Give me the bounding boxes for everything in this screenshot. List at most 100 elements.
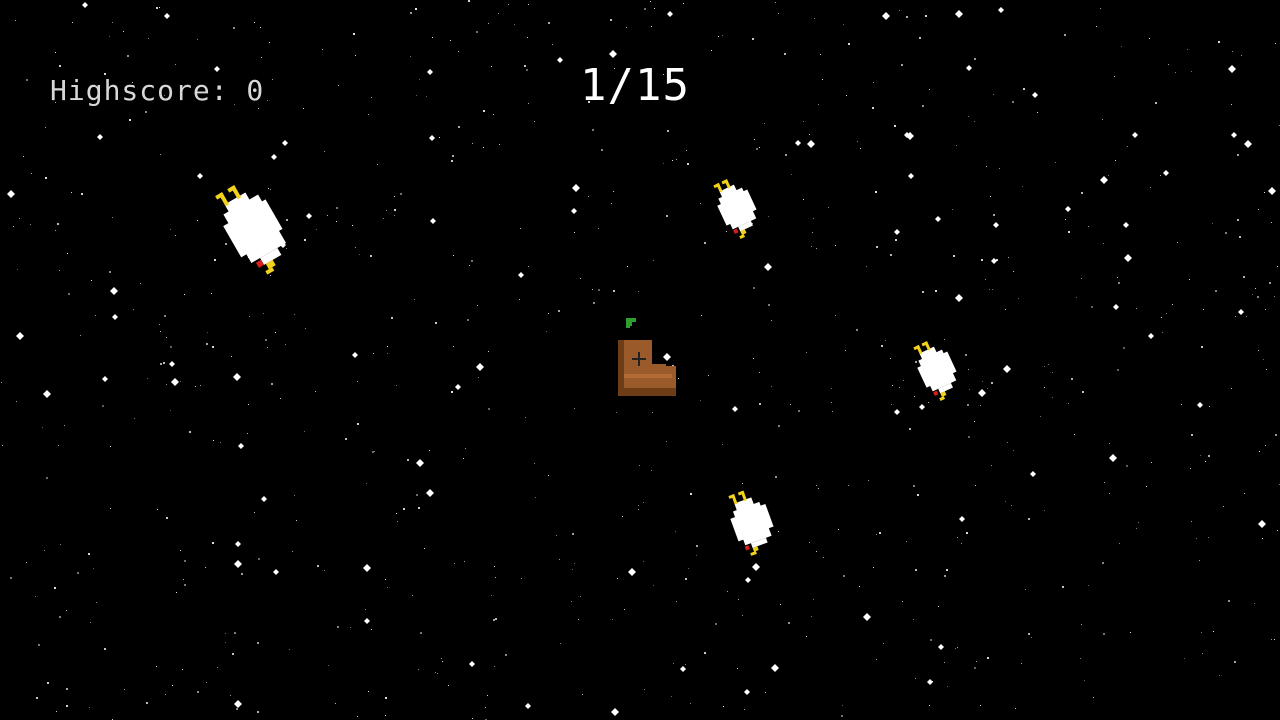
star: [478, 377, 479, 378]
star: [1259, 451, 1260, 452]
star: [929, 705, 930, 706]
star: [1187, 49, 1188, 50]
star: [328, 665, 329, 666]
star: [471, 260, 473, 262]
space-chicken-icon[interactable]: [708, 176, 764, 240]
star: [371, 629, 372, 630]
star: [838, 529, 839, 530]
star: [811, 246, 812, 247]
star: [899, 10, 900, 11]
star: [611, 203, 612, 204]
star: [1190, 468, 1191, 469]
star: [385, 697, 387, 699]
star: [667, 130, 669, 132]
star: [494, 566, 495, 567]
star: [357, 423, 359, 425]
star: [1031, 637, 1032, 638]
star: [1044, 510, 1045, 511]
star: [527, 37, 528, 38]
star: [835, 315, 836, 316]
star: [418, 669, 419, 670]
star: [296, 520, 297, 521]
bright-star: [429, 135, 435, 141]
star: [872, 107, 874, 109]
bright-star: [102, 376, 108, 382]
star: [639, 465, 640, 466]
star: [140, 283, 141, 284]
bright-star: [557, 57, 563, 63]
star: [200, 385, 201, 386]
star: [234, 632, 236, 634]
star: [1103, 633, 1105, 635]
star: [653, 585, 654, 586]
star: [488, 408, 490, 410]
star: [784, 53, 786, 55]
star: [338, 85, 339, 86]
boot-sprout-icon[interactable]: [616, 316, 680, 400]
star: [818, 104, 819, 105]
star: [166, 337, 167, 338]
game-canvas[interactable]: Highscore: 0 1/15: [0, 0, 1280, 720]
star: [643, 561, 644, 562]
star: [704, 242, 706, 244]
star: [938, 606, 939, 607]
star: [1235, 316, 1236, 317]
star: [159, 7, 160, 8]
star: [387, 353, 388, 354]
star: [418, 507, 420, 509]
star: [816, 248, 817, 249]
star: [811, 616, 812, 617]
bright-star: [978, 389, 986, 397]
star: [453, 255, 454, 256]
bright-star: [1197, 402, 1203, 408]
star: [1008, 257, 1009, 258]
star: [846, 95, 847, 96]
star: [814, 18, 815, 19]
star: [765, 692, 766, 693]
star: [305, 328, 306, 329]
space-chicken-icon[interactable]: [210, 176, 294, 280]
star: [1257, 296, 1259, 298]
star: [1208, 455, 1210, 457]
star: [890, 358, 891, 359]
star: [184, 560, 186, 562]
space-chicken-icon[interactable]: [720, 488, 782, 558]
star: [225, 642, 226, 643]
bright-star: [238, 443, 244, 449]
star: [109, 36, 110, 37]
star: [574, 232, 575, 233]
star: [160, 363, 162, 365]
star: [275, 332, 276, 333]
star: [416, 95, 417, 96]
star: [217, 667, 218, 668]
star: [1100, 8, 1101, 9]
star: [685, 664, 686, 665]
star: [57, 223, 59, 225]
star: [759, 147, 760, 148]
star: [643, 502, 644, 503]
star: [491, 66, 492, 67]
star: [485, 707, 486, 708]
star: [1234, 661, 1236, 663]
star: [558, 310, 560, 312]
star: [499, 144, 500, 145]
star: [1117, 369, 1119, 371]
star: [1005, 309, 1006, 310]
star: [1127, 146, 1128, 147]
bright-star: [271, 154, 277, 160]
star: [588, 196, 589, 197]
star: [771, 320, 772, 321]
star: [952, 209, 953, 210]
bright-star: [110, 287, 118, 295]
star: [1237, 154, 1239, 156]
star: [394, 209, 396, 211]
star: [1218, 41, 1220, 43]
star: [42, 427, 43, 428]
star: [759, 403, 761, 405]
star: [66, 705, 68, 707]
bright-star: [1109, 454, 1117, 462]
bright-star: [364, 618, 370, 624]
star: [410, 12, 412, 14]
space-chicken-icon[interactable]: [908, 338, 964, 402]
star: [166, 384, 167, 385]
